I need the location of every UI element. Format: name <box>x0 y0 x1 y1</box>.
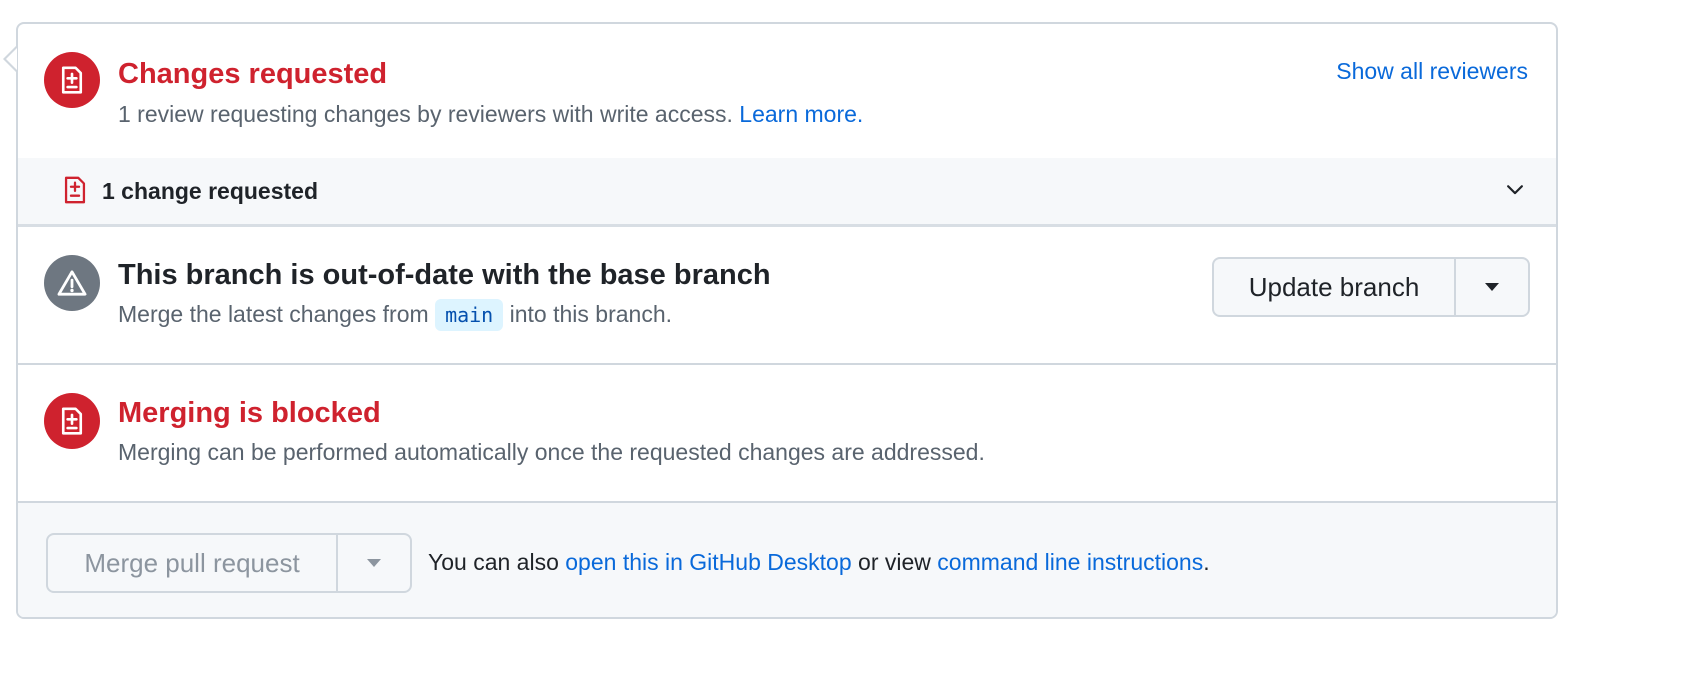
changes-requested-description: 1 review requesting changes by reviewers… <box>118 101 863 128</box>
help-text-before: You can also <box>428 549 559 575</box>
merging-blocked-description: Merging can be performed automatically o… <box>118 439 985 465</box>
changes-requested-section: Changes requested 1 review requesting ch… <box>18 24 1556 158</box>
branch-out-of-date-section: This branch is out-of-date with the base… <box>18 227 1556 363</box>
file-diff-icon <box>62 174 88 211</box>
merging-blocked-section: Merging is blocked Merging can be perfor… <box>18 365 1556 501</box>
branch-status-title: This branch is out-of-date with the base… <box>118 259 771 291</box>
alert-icon <box>44 255 100 311</box>
change-requested-count: 1 change requested <box>102 178 319 204</box>
branch-status-description: Merge the latest changes from main into … <box>118 299 672 331</box>
update-branch-dropdown[interactable] <box>1456 259 1528 315</box>
file-diff-icon <box>44 393 100 449</box>
merge-footer: Merge pull request You can also open thi… <box>18 503 1556 617</box>
merge-box: Changes requested 1 review requesting ch… <box>16 22 1558 619</box>
branch-status-text-before: Merge the latest changes from <box>118 301 429 327</box>
file-diff-icon <box>44 52 100 108</box>
changes-requested-text: 1 review requesting changes by reviewers… <box>118 101 733 127</box>
update-branch-button-group: Update branch <box>1212 257 1530 317</box>
learn-more-link[interactable]: Learn more. <box>739 101 863 127</box>
triangle-down-icon <box>367 559 381 567</box>
merge-help-text: You can also open this in GitHub Desktop… <box>428 549 1210 576</box>
merge-button-group: Merge pull request <box>46 533 412 593</box>
command-line-instructions-link[interactable]: command line instructions <box>937 549 1203 575</box>
review-summary-row[interactable]: 1 change requested <box>18 158 1556 224</box>
help-text-middle: or view <box>858 549 931 575</box>
show-all-reviewers-link[interactable]: Show all reviewers <box>1336 58 1528 85</box>
base-branch-name: main <box>435 299 504 331</box>
merge-method-dropdown[interactable] <box>338 535 410 591</box>
update-branch-button[interactable]: Update branch <box>1214 259 1456 315</box>
triangle-down-icon <box>1485 283 1499 291</box>
changes-requested-title: Changes requested <box>118 58 388 90</box>
help-text-end: . <box>1203 549 1210 575</box>
github-desktop-link[interactable]: open this in GitHub Desktop <box>565 549 851 575</box>
merge-pull-request-button[interactable]: Merge pull request <box>48 535 338 591</box>
merging-blocked-title: Merging is blocked <box>118 397 381 429</box>
branch-status-text-after: into this branch. <box>509 301 672 327</box>
timeline-pointer-fill <box>6 48 17 70</box>
chevron-down-icon[interactable] <box>1504 178 1526 205</box>
